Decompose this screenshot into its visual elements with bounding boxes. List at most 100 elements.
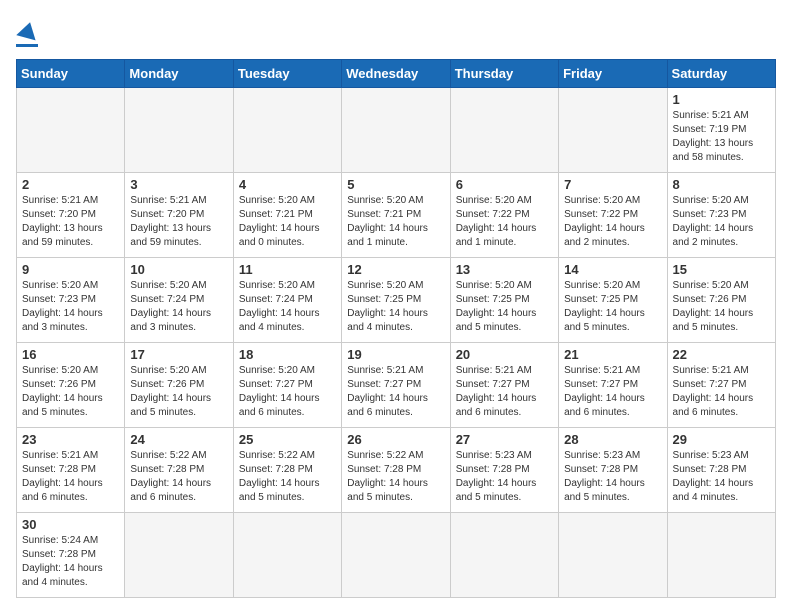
weekday-header-sunday: Sunday	[17, 60, 125, 88]
calendar-day-cell: 19 Sunrise: 5:21 AM Sunset: 7:27 PM Dayli…	[342, 343, 450, 428]
day-info: Sunrise: 5:21 AM Sunset: 7:27 PM Dayligh…	[564, 364, 661, 420]
day-info: Sunrise: 5:20 AM Sunset: 7:24 PM Dayligh…	[239, 279, 336, 335]
calendar-day-cell: 24 Sunrise: 5:22 AM Sunset: 7:28 PM Dayli…	[125, 428, 233, 513]
day-info: Sunrise: 5:20 AM Sunset: 7:26 PM Dayligh…	[130, 364, 227, 420]
day-info: Sunrise: 5:20 AM Sunset: 7:21 PM Dayligh…	[239, 194, 336, 250]
calendar-day-cell: 17 Sunrise: 5:20 AM Sunset: 7:26 PM Dayli…	[125, 343, 233, 428]
calendar-day-cell	[559, 513, 667, 598]
day-number: 27	[456, 432, 553, 447]
day-info: Sunrise: 5:20 AM Sunset: 7:25 PM Dayligh…	[456, 279, 553, 335]
calendar-day-cell: 14 Sunrise: 5:20 AM Sunset: 7:25 PM Dayli…	[559, 258, 667, 343]
calendar-day-cell: 23 Sunrise: 5:21 AM Sunset: 7:28 PM Dayli…	[17, 428, 125, 513]
day-number: 26	[347, 432, 444, 447]
weekday-header-saturday: Saturday	[667, 60, 775, 88]
calendar-day-cell: 22Sunrise: 5:21 AM Sunset: 7:27 PM Dayli…	[667, 343, 775, 428]
calendar-day-cell	[342, 88, 450, 173]
day-number: 5	[347, 177, 444, 192]
calendar-day-cell	[17, 88, 125, 173]
calendar-day-cell: 13 Sunrise: 5:20 AM Sunset: 7:25 PM Dayli…	[450, 258, 558, 343]
day-number: 23	[22, 432, 119, 447]
day-number: 25	[239, 432, 336, 447]
day-info: Sunrise: 5:22 AM Sunset: 7:28 PM Dayligh…	[239, 449, 336, 505]
calendar-day-cell: 25 Sunrise: 5:22 AM Sunset: 7:28 PM Dayli…	[233, 428, 341, 513]
calendar-day-cell	[450, 88, 558, 173]
day-info: Sunrise: 5:20 AM Sunset: 7:23 PM Dayligh…	[22, 279, 119, 335]
day-info: Sunrise: 5:20 AM Sunset: 7:26 PM Dayligh…	[673, 279, 770, 335]
day-info: Sunrise: 5:20 AM Sunset: 7:22 PM Dayligh…	[564, 194, 661, 250]
day-number: 19	[347, 347, 444, 362]
calendar-week-row-5: 30 Sunrise: 5:24 AM Sunset: 7:28 PM Dayli…	[17, 513, 776, 598]
logo-blue-text	[16, 16, 38, 42]
day-number: 12	[347, 262, 444, 277]
day-info: Sunrise: 5:20 AM Sunset: 7:22 PM Dayligh…	[456, 194, 553, 250]
calendar-day-cell: 11 Sunrise: 5:20 AM Sunset: 7:24 PM Dayli…	[233, 258, 341, 343]
calendar-table: SundayMondayTuesdayWednesdayThursdayFrid…	[16, 59, 776, 598]
day-number: 28	[564, 432, 661, 447]
calendar-week-row-2: 9 Sunrise: 5:20 AM Sunset: 7:23 PM Daylig…	[17, 258, 776, 343]
day-number: 6	[456, 177, 553, 192]
calendar-day-cell	[233, 513, 341, 598]
weekday-header-tuesday: Tuesday	[233, 60, 341, 88]
calendar-day-cell: 21 Sunrise: 5:21 AM Sunset: 7:27 PM Dayli…	[559, 343, 667, 428]
calendar-day-cell	[233, 88, 341, 173]
calendar-day-cell: 28Sunrise: 5:23 AM Sunset: 7:28 PM Dayli…	[559, 428, 667, 513]
page-header	[16, 16, 776, 47]
calendar-day-cell: 1Sunrise: 5:21 AM Sunset: 7:19 PM Daylig…	[667, 88, 775, 173]
weekday-header-wednesday: Wednesday	[342, 60, 450, 88]
calendar-day-cell: 9 Sunrise: 5:20 AM Sunset: 7:23 PM Daylig…	[17, 258, 125, 343]
day-info: Sunrise: 5:20 AM Sunset: 7:25 PM Dayligh…	[564, 279, 661, 335]
calendar-day-cell: 7 Sunrise: 5:20 AM Sunset: 7:22 PM Daylig…	[559, 173, 667, 258]
day-info: Sunrise: 5:21 AM Sunset: 7:20 PM Dayligh…	[22, 194, 119, 250]
day-number: 8	[673, 177, 770, 192]
calendar-day-cell	[450, 513, 558, 598]
weekday-header-monday: Monday	[125, 60, 233, 88]
calendar-day-cell: 29Sunrise: 5:23 AM Sunset: 7:28 PM Dayli…	[667, 428, 775, 513]
day-number: 16	[22, 347, 119, 362]
day-number: 30	[22, 517, 119, 532]
day-number: 15	[673, 262, 770, 277]
calendar-week-row-4: 23 Sunrise: 5:21 AM Sunset: 7:28 PM Dayli…	[17, 428, 776, 513]
weekday-header-friday: Friday	[559, 60, 667, 88]
logo	[16, 16, 38, 47]
logo-underline	[16, 44, 38, 47]
day-number: 14	[564, 262, 661, 277]
calendar-day-cell: 18Sunrise: 5:20 AM Sunset: 7:27 PM Dayli…	[233, 343, 341, 428]
day-info: Sunrise: 5:21 AM Sunset: 7:20 PM Dayligh…	[130, 194, 227, 250]
day-number: 21	[564, 347, 661, 362]
day-number: 11	[239, 262, 336, 277]
calendar-day-cell: 10Sunrise: 5:20 AM Sunset: 7:24 PM Dayli…	[125, 258, 233, 343]
day-number: 7	[564, 177, 661, 192]
day-info: Sunrise: 5:24 AM Sunset: 7:28 PM Dayligh…	[22, 534, 119, 590]
weekday-header-row: SundayMondayTuesdayWednesdayThursdayFrid…	[17, 60, 776, 88]
day-info: Sunrise: 5:20 AM Sunset: 7:27 PM Dayligh…	[239, 364, 336, 420]
day-number: 2	[22, 177, 119, 192]
calendar-day-cell: 30 Sunrise: 5:24 AM Sunset: 7:28 PM Dayli…	[17, 513, 125, 598]
calendar-day-cell	[559, 88, 667, 173]
day-number: 4	[239, 177, 336, 192]
calendar-day-cell: 15 Sunrise: 5:20 AM Sunset: 7:26 PM Dayli…	[667, 258, 775, 343]
day-info: Sunrise: 5:21 AM Sunset: 7:27 PM Dayligh…	[347, 364, 444, 420]
logo-triangle-icon	[16, 20, 39, 41]
calendar-week-row-0: 1Sunrise: 5:21 AM Sunset: 7:19 PM Daylig…	[17, 88, 776, 173]
day-info: Sunrise: 5:20 AM Sunset: 7:23 PM Dayligh…	[673, 194, 770, 250]
calendar-day-cell	[125, 513, 233, 598]
day-number: 29	[673, 432, 770, 447]
day-info: Sunrise: 5:20 AM Sunset: 7:26 PM Dayligh…	[22, 364, 119, 420]
day-number: 13	[456, 262, 553, 277]
calendar-day-cell: 20Sunrise: 5:21 AM Sunset: 7:27 PM Dayli…	[450, 343, 558, 428]
day-number: 24	[130, 432, 227, 447]
calendar-day-cell: 12Sunrise: 5:20 AM Sunset: 7:25 PM Dayli…	[342, 258, 450, 343]
day-info: Sunrise: 5:21 AM Sunset: 7:28 PM Dayligh…	[22, 449, 119, 505]
calendar-day-cell: 27Sunrise: 5:23 AM Sunset: 7:28 PM Dayli…	[450, 428, 558, 513]
day-number: 17	[130, 347, 227, 362]
day-number: 9	[22, 262, 119, 277]
calendar-day-cell	[125, 88, 233, 173]
day-number: 3	[130, 177, 227, 192]
calendar-day-cell: 2 Sunrise: 5:21 AM Sunset: 7:20 PM Daylig…	[17, 173, 125, 258]
calendar-day-cell: 8 Sunrise: 5:20 AM Sunset: 7:23 PM Daylig…	[667, 173, 775, 258]
calendar-day-cell: 4 Sunrise: 5:20 AM Sunset: 7:21 PM Daylig…	[233, 173, 341, 258]
day-info: Sunrise: 5:22 AM Sunset: 7:28 PM Dayligh…	[130, 449, 227, 505]
day-info: Sunrise: 5:21 AM Sunset: 7:27 PM Dayligh…	[673, 364, 770, 420]
day-info: Sunrise: 5:21 AM Sunset: 7:19 PM Dayligh…	[673, 109, 770, 165]
calendar-day-cell	[342, 513, 450, 598]
